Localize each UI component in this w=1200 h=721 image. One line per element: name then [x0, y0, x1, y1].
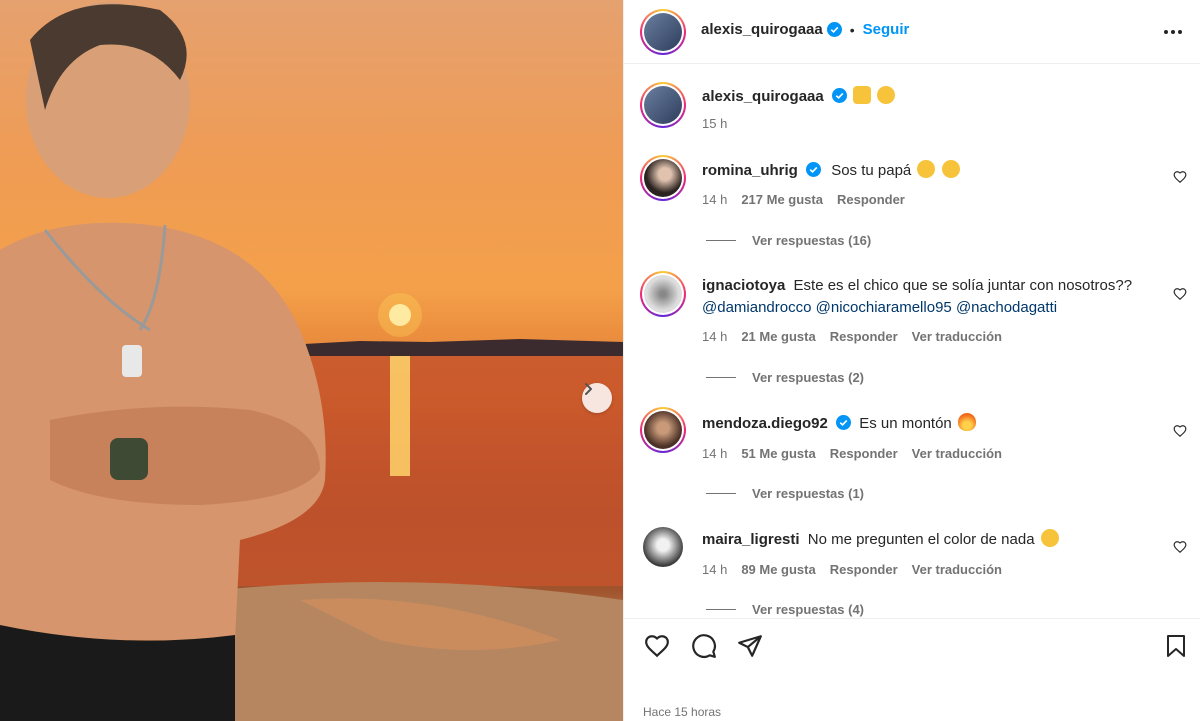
comment-likes[interactable]: 217 Me gusta: [741, 192, 823, 207]
sunset-photo: [0, 2, 623, 721]
translate-button[interactable]: Ver traducción: [912, 446, 1002, 461]
comment-likes[interactable]: 21 Me gusta: [741, 329, 815, 344]
heart-icon[interactable]: [644, 633, 670, 659]
comment-likes[interactable]: 89 Me gusta: [741, 562, 815, 577]
comment-icon[interactable]: [691, 633, 717, 659]
caption-username[interactable]: alexis_quirogaaa: [702, 88, 824, 105]
mention-link[interactable]: @nachodagatti: [956, 299, 1057, 316]
heart-icon[interactable]: [1173, 540, 1187, 554]
post-timestamp: Hace 15 horas: [643, 705, 722, 719]
translate-button[interactable]: Ver traducción: [912, 562, 1002, 577]
view-replies[interactable]: Ver respuestas (16): [706, 233, 871, 248]
comment-avatar[interactable]: [640, 155, 686, 201]
comment-item: mendoza.diego92 Es un montón: [702, 413, 1162, 435]
comment-meta: 14 h 51 Me gusta Responder Ver traducció…: [702, 446, 1002, 461]
comment-text: Este es el chico que se solía juntar con…: [793, 277, 1133, 294]
surprised-emoji-icon: [1040, 529, 1059, 547]
fire-emoji-icon: [957, 413, 976, 431]
reply-button[interactable]: Responder: [830, 446, 898, 461]
comment-text: Sos tu papá: [831, 162, 912, 179]
replies-line: [706, 377, 736, 378]
translate-button[interactable]: Ver traducción: [912, 329, 1002, 344]
replies-line: [706, 240, 736, 241]
verified-badge-icon: [826, 22, 842, 37]
bookmark-icon[interactable]: [1164, 633, 1188, 659]
shoreline: [285, 339, 623, 356]
heart-icon[interactable]: [1173, 287, 1187, 301]
comment-meta: 14 h 217 Me gusta Responder: [702, 192, 905, 207]
replies-line: [706, 493, 736, 494]
comment-item: maira_ligresti No me pregunten el color …: [702, 529, 1162, 551]
comment-item: romina_uhrig Sos tu papá: [702, 160, 1162, 182]
view-replies[interactable]: Ver respuestas (1): [706, 486, 864, 501]
caption-meta: 15 h: [702, 116, 727, 131]
verified-badge-icon: [836, 415, 852, 430]
view-replies-label[interactable]: Ver respuestas (2): [752, 370, 864, 385]
sun-reflection: [390, 356, 410, 476]
comment-text: Es un montón: [859, 415, 952, 432]
verified-badge-icon: [831, 88, 847, 103]
caption-time: 15 h: [702, 116, 728, 131]
comment-avatar[interactable]: [640, 271, 686, 317]
mention-link[interactable]: @nicochiaramello95: [816, 299, 952, 316]
beach-emoji-icon: [853, 86, 872, 104]
caption: alexis_quirogaaa: [702, 86, 1162, 108]
view-replies-label[interactable]: Ver respuestas (1): [752, 486, 864, 501]
comment-avatar[interactable]: [643, 527, 683, 567]
next-image-button[interactable]: [582, 383, 612, 413]
comment-time: 14 h: [702, 562, 728, 577]
paper-plane-icon[interactable]: [737, 633, 763, 659]
post-image: [0, 0, 623, 721]
reply-button[interactable]: Responder: [830, 562, 898, 577]
heart-icon[interactable]: [1173, 424, 1187, 438]
post-actions: Hace 15 horas: [624, 618, 1200, 721]
author-username[interactable]: alexis_quirogaaa: [701, 21, 823, 38]
replies-line: [706, 609, 736, 610]
comment-item: ignaciotoya Este es el chico que se solí…: [702, 275, 1162, 319]
comment-username[interactable]: maira_ligresti: [702, 531, 800, 548]
view-replies-label[interactable]: Ver respuestas (16): [752, 233, 871, 248]
view-replies[interactable]: Ver respuestas (4): [706, 602, 864, 617]
heart-icon[interactable]: [1173, 170, 1187, 184]
author-avatar[interactable]: [640, 9, 686, 55]
comment-time: 14 h: [702, 192, 728, 207]
verified-badge-icon: [806, 162, 822, 177]
post-header: alexis_quirogaaa • Seguir: [624, 0, 1200, 64]
comment-text: No me pregunten el color de nada: [807, 531, 1035, 548]
comment-time: 14 h: [702, 329, 728, 344]
follow-button[interactable]: Seguir: [863, 21, 910, 38]
view-replies-label[interactable]: Ver respuestas (4): [752, 602, 864, 617]
post-side-panel: alexis_quirogaaa • Seguir alexis_quiroga…: [623, 0, 1200, 721]
comment-username[interactable]: romina_uhrig: [702, 162, 798, 179]
comment-username[interactable]: mendoza.diego92: [702, 415, 828, 432]
dog-tag: [122, 345, 142, 377]
sunglasses-emoji-icon: [877, 86, 896, 104]
comment-likes[interactable]: 51 Me gusta: [741, 446, 815, 461]
comment-meta: 14 h 89 Me gusta Responder Ver traducció…: [702, 562, 1002, 577]
smile-emoji-icon: [941, 160, 960, 178]
view-replies[interactable]: Ver respuestas (2): [706, 370, 864, 385]
caption-avatar[interactable]: [640, 82, 686, 128]
chevron-right-icon: [585, 383, 592, 395]
more-horizontal-icon[interactable]: [1163, 22, 1183, 42]
watch: [110, 438, 148, 480]
comment-meta: 14 h 21 Me gusta Responder Ver traducció…: [702, 329, 1002, 344]
comments-list[interactable]: alexis_quirogaaa 15 h romina_uhrig Sos t…: [624, 65, 1200, 618]
reply-button[interactable]: Responder: [837, 192, 905, 207]
separator-dot: •: [849, 21, 855, 38]
comment-time: 14 h: [702, 446, 728, 461]
comment-avatar[interactable]: [640, 407, 686, 453]
mention-link[interactable]: @damiandrocco: [702, 299, 811, 316]
comment-username[interactable]: ignaciotoya: [702, 277, 785, 294]
scream-emoji-icon: [917, 160, 936, 178]
reply-button[interactable]: Responder: [830, 329, 898, 344]
